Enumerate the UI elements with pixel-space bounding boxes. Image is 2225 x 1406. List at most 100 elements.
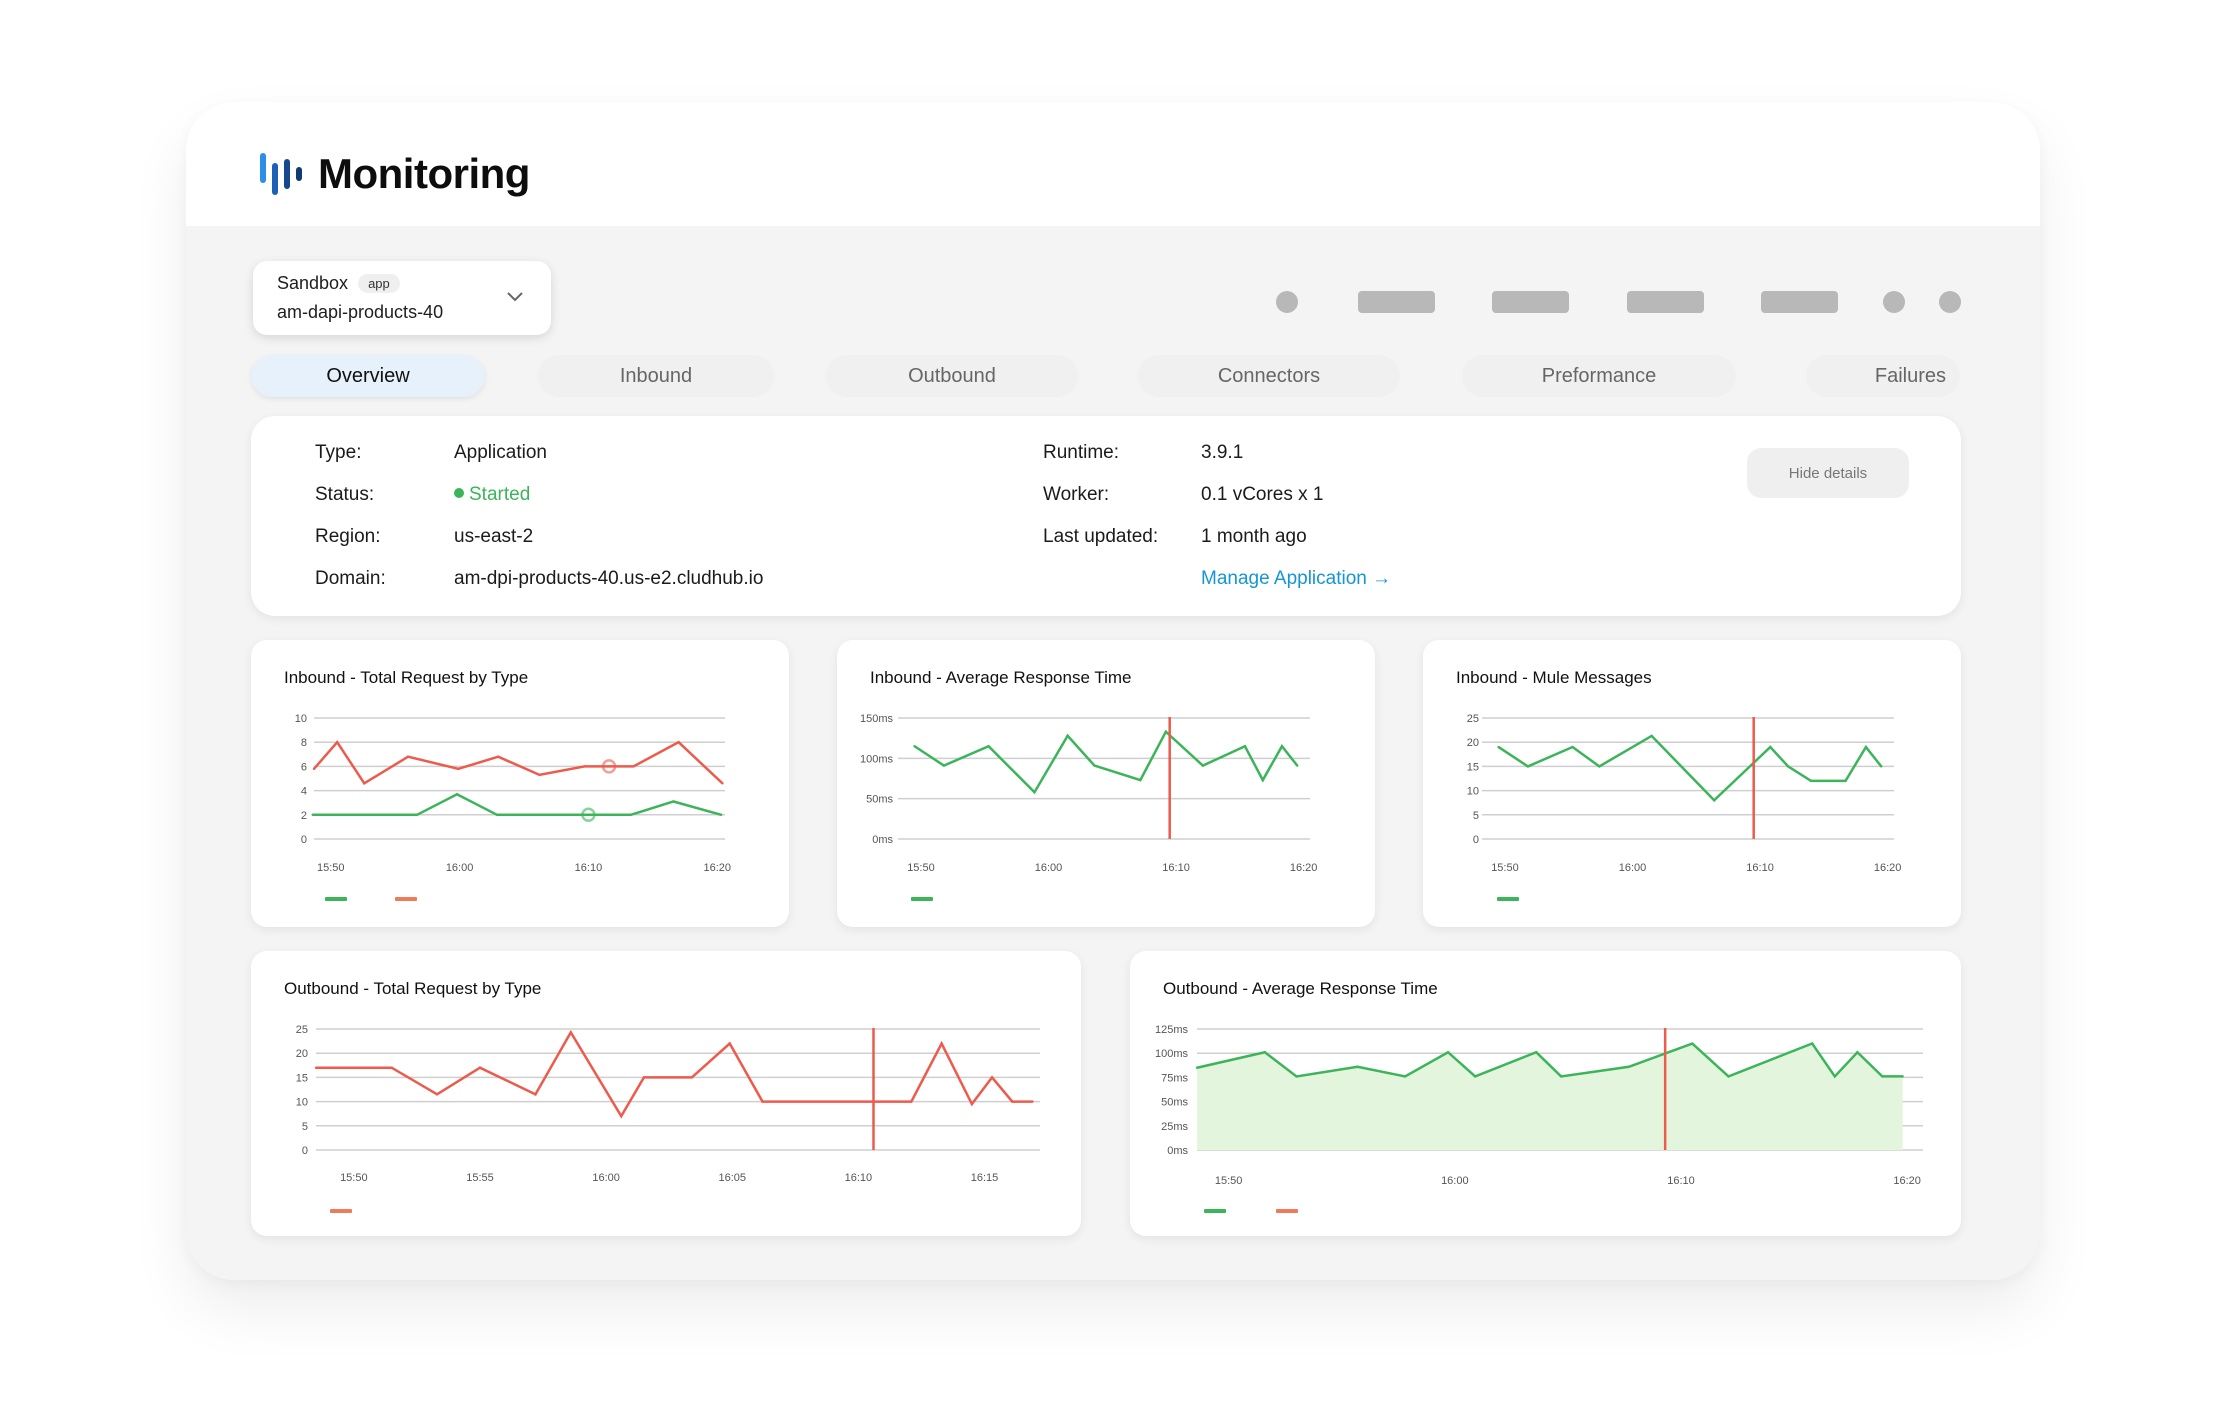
tab-overview[interactable]: Overview — [251, 355, 485, 397]
x-tick-label: 16:10 — [1667, 1175, 1695, 1187]
data-point — [390, 1066, 393, 1069]
manage-application-link[interactable]: Manage Application → — [1201, 568, 1391, 590]
x-tick-label: 15:55 — [466, 1172, 494, 1184]
series-line-red — [313, 740, 724, 786]
toolbar-placeholder-dot[interactable] — [1883, 291, 1905, 313]
data-point — [1650, 734, 1653, 738]
data-point — [642, 1076, 646, 1079]
toolbar-placeholder-button[interactable] — [1761, 291, 1838, 313]
x-tick-label: 16:20 — [1290, 862, 1318, 874]
x-tick-label: 15:50 — [1491, 862, 1519, 874]
tab-inbound[interactable]: Inbound — [538, 355, 774, 397]
data-point — [1627, 1065, 1631, 1068]
manage-application-link-text[interactable]: Manage Application → — [1201, 568, 1391, 589]
y-tick-label: 0ms — [872, 834, 893, 846]
data-point — [940, 1042, 943, 1045]
legend-swatch-green — [325, 897, 347, 901]
bar-chart-logo-icon — [260, 153, 304, 195]
legend-swatch-green — [1204, 1209, 1226, 1213]
toolbar-placeholder-button[interactable] — [1358, 291, 1435, 313]
data-point — [620, 1114, 623, 1118]
toolbar-placeholder-dot[interactable] — [1939, 291, 1961, 313]
y-tick-label: 0 — [1473, 834, 1479, 846]
data-point — [1403, 1075, 1407, 1078]
data-point — [1844, 779, 1847, 783]
x-tick-label: 16:00 — [446, 862, 474, 874]
data-point — [1446, 1051, 1450, 1054]
data-point — [987, 745, 990, 748]
data-point — [406, 755, 410, 758]
data-point — [538, 773, 541, 777]
data-point — [363, 782, 366, 785]
data-point — [1598, 765, 1601, 768]
series-line-green — [913, 729, 1299, 795]
y-tick-label: 20 — [1467, 737, 1479, 749]
data-point — [1769, 745, 1772, 749]
detail-label: Domain: — [315, 568, 386, 589]
chart-outbound-total[interactable]: 0 5 10 15 20 25 15:50 15:55 16:00 16:05 16:10 16:15 — [251, 951, 1081, 1236]
data-point — [1526, 765, 1530, 768]
y-tick-label: 0 — [301, 834, 307, 846]
data-point — [721, 782, 724, 785]
tab-performance[interactable]: Preformance — [1462, 355, 1736, 397]
series-line-green — [312, 792, 722, 817]
data-point — [455, 793, 459, 796]
data-point — [1066, 734, 1069, 737]
tab-outbound[interactable]: Outbound — [826, 355, 1078, 397]
chart-inbound-mule-messages[interactable]: 0 5 10 15 20 25 15:50 16:00 16:10 16:20 — [1423, 640, 1961, 927]
x-tick-label: 16:10 — [1746, 862, 1774, 874]
data-point — [1295, 1075, 1298, 1078]
data-point — [1296, 764, 1299, 767]
tab-connectors[interactable]: Connectors — [1138, 355, 1400, 397]
y-tick-label: 10 — [295, 713, 307, 725]
chart-inbound-total[interactable]: 0 2 4 6 8 10 15:50 16:00 16:10 16:20 — [251, 640, 789, 927]
data-point — [1497, 745, 1500, 749]
y-tick-label: 15 — [296, 1072, 308, 1084]
x-tick-label: 16:00 — [1441, 1175, 1469, 1187]
toolbar-placeholder-button[interactable] — [1492, 291, 1569, 313]
data-point — [719, 813, 723, 816]
data-point — [1571, 745, 1574, 749]
chart-card-outbound-total: Outbound - Total Request by Type 0 5 10 15 2… — [251, 951, 1081, 1236]
x-tick-label: 15:50 — [1215, 1175, 1243, 1187]
data-point — [1727, 1075, 1730, 1078]
detail-label: Worker: — [1043, 484, 1110, 505]
y-tick-label: 50ms — [1161, 1097, 1188, 1109]
x-tick-label: 16:20 — [1893, 1175, 1921, 1187]
app-header: Monitoring — [186, 102, 2040, 226]
chart-inbound-avg-response[interactable]: 0ms 50ms 100ms 150ms 15:50 16:00 16:10 16:20 — [837, 640, 1375, 927]
main-tabs: Overview Inbound Outbound Connectors Pre… — [186, 355, 2040, 399]
hide-details-button[interactable]: Hide details — [1747, 448, 1909, 498]
data-point — [415, 813, 419, 816]
detail-value: 3.9.1 — [1201, 442, 1244, 463]
data-point — [1809, 779, 1813, 783]
status-badge: Started — [469, 484, 531, 505]
tab-failures[interactable]: Failures — [1806, 355, 1960, 397]
chart-card-inbound-total: Inbound - Total Request by Type 0 2 4 6 8 10 1… — [251, 640, 789, 927]
data-point — [1864, 745, 1868, 749]
chart-outbound-avg-response[interactable]: 0ms 25ms 50ms 75ms 100ms 125ms 15:50 16:00 16:10… — [1130, 951, 1961, 1236]
legend-swatch-red — [1276, 1209, 1298, 1213]
application-details-card: Type: Application Status: Started Region… — [251, 416, 1961, 616]
data-point — [1033, 791, 1036, 794]
toolbar-placeholder-button[interactable] — [1627, 291, 1704, 313]
y-tick-label: 8 — [301, 737, 307, 749]
y-tick-label: 25 — [296, 1024, 308, 1036]
data-point — [1011, 1100, 1014, 1103]
toolbar-placeholder-dot[interactable] — [1276, 291, 1298, 313]
data-point — [1280, 745, 1284, 748]
legend-swatch-red — [330, 1209, 352, 1213]
data-point — [478, 1066, 482, 1069]
data-point — [457, 767, 460, 771]
y-tick-label: 0 — [302, 1145, 308, 1157]
series-area-green — [1197, 1043, 1903, 1150]
x-tick-label: 16:20 — [1874, 862, 1902, 874]
y-tick-label: 100ms — [860, 753, 894, 765]
data-point — [1559, 1075, 1563, 1078]
chart-card-outbound-avg-response: Outbound - Average Response Time 0ms 25ms… — [1130, 951, 1961, 1236]
data-point — [1833, 1075, 1836, 1078]
data-point — [910, 1100, 913, 1103]
x-tick-label: 16:20 — [704, 862, 732, 874]
data-point — [497, 755, 500, 758]
detail-value: Application — [454, 442, 547, 463]
